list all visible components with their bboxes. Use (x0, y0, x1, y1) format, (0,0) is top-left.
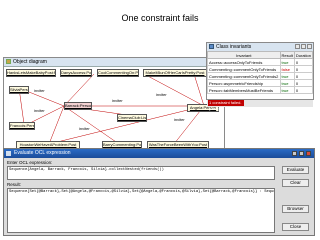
object-node[interactable]: Francois:Person (9, 122, 35, 130)
invariant-result: true (279, 86, 295, 94)
invariant-name: Person::tabMembersMustBeFriends (207, 86, 281, 94)
table-row[interactable]: Person::tabMembersMustBeFriends true 0 (207, 86, 314, 94)
close-icon[interactable] (307, 44, 312, 49)
minimize-icon[interactable] (295, 44, 300, 49)
maximize-icon[interactable] (301, 44, 306, 49)
invariant-duration: 0 (293, 72, 314, 80)
invariant-duration: 0 (293, 65, 314, 73)
invariant-name: Access::accessOnlyToFriends (207, 58, 281, 66)
result-label: Result: (7, 182, 22, 187)
class-invariants-window[interactable]: Class invariants Invariant Result Durati… (206, 42, 314, 111)
column-header[interactable]: Duration (293, 51, 314, 59)
object-node[interactable]: CoolCommentingOn:Post (97, 69, 139, 77)
slide-title: One constraint fails (121, 13, 199, 23)
link-label: inviter (34, 108, 45, 113)
column-header[interactable]: Result (279, 51, 295, 59)
link-label: inviter (34, 88, 45, 93)
object-diagram-canvas[interactable]: inviter inviter inviter inviter inviter … (4, 66, 224, 152)
invariant-duration: 0 (293, 86, 314, 94)
invariant-name: Commenting::commentOnlyToFriends2 (207, 72, 281, 80)
expression-label: Enter OCL expression: (7, 160, 53, 165)
class-invariants-title: Class invariants (216, 44, 252, 50)
minimize-icon[interactable] (292, 151, 297, 156)
browser-button[interactable]: Browser (282, 205, 309, 213)
invariant-result: true (279, 79, 295, 87)
invariant-result: true (279, 58, 295, 66)
evaluate-title: Evaluate OCL expression (14, 150, 71, 156)
maximize-icon[interactable] (299, 151, 304, 156)
diagram-icon (6, 59, 11, 64)
invariant-name: Person::asymmetricFriendship (207, 79, 281, 87)
object-node[interactable]: DanysAccess:Post (60, 69, 92, 77)
object-node[interactable]: CinemaClub:List (117, 114, 147, 122)
table-row[interactable]: Commenting::commentOnlyToFriends2 true 0 (207, 72, 314, 80)
close-icon[interactable] (306, 151, 311, 156)
invariants-icon (209, 44, 214, 49)
object-node[interactable]: MakeItBunOfHerCarIsPretty:Post (143, 69, 207, 77)
table-row[interactable]: Access::accessOnlyToFriends true 0 (207, 58, 314, 66)
object-node[interactable]: Barrack:Person (64, 102, 92, 110)
link-label: inviter (79, 126, 90, 131)
invariant-duration: 0 (293, 79, 314, 87)
invariant-result: true (279, 72, 295, 80)
invariant-name: Commenting::commentOnlyToFriends (207, 65, 281, 73)
column-header[interactable]: Invariant (207, 51, 281, 59)
clear-button[interactable]: Clear (282, 179, 309, 187)
invariants-table[interactable]: Invariant Result Duration Access::access… (207, 51, 314, 94)
failure-status: 1 constraint failed. (0ms) (208, 100, 244, 111)
invariant-result: false (279, 65, 295, 73)
link-label: inviter (112, 98, 123, 103)
app-icon (6, 151, 11, 156)
table-row[interactable]: Person::asymmetricFriendship true 0 (207, 79, 314, 87)
evaluate-ocl-dialog[interactable]: Evaluate OCL expression Enter OCL expres… (3, 148, 315, 236)
close-button[interactable]: Close (282, 223, 309, 231)
evaluate-button[interactable]: Evaluate (282, 166, 309, 174)
invariant-duration: 0 (293, 58, 314, 66)
object-diagram-title: Object diagram (13, 59, 47, 65)
object-diagram-window[interactable]: Object diagram inviter inviter inviter i… (3, 57, 225, 153)
expression-input[interactable]: Sequence{Angela, Barrack, Francois, Silv… (7, 166, 275, 180)
link-label: inviter (156, 92, 167, 97)
result-output[interactable]: Sequence{Set{@Barrack},Set{@Angela,@Fran… (7, 188, 275, 233)
object-node[interactable]: SilviaPerson (9, 86, 29, 94)
evaluate-titlebar[interactable]: Evaluate OCL expression (4, 149, 314, 158)
table-row[interactable]: Commenting::commentOnlyToFriends false 0 (207, 65, 314, 73)
status-bar: 1 constraint failed. (0ms) (207, 100, 313, 111)
object-node[interactable]: HanksLetsMakeBabyPost:Post (6, 69, 56, 77)
link-label: inviter (174, 117, 185, 122)
